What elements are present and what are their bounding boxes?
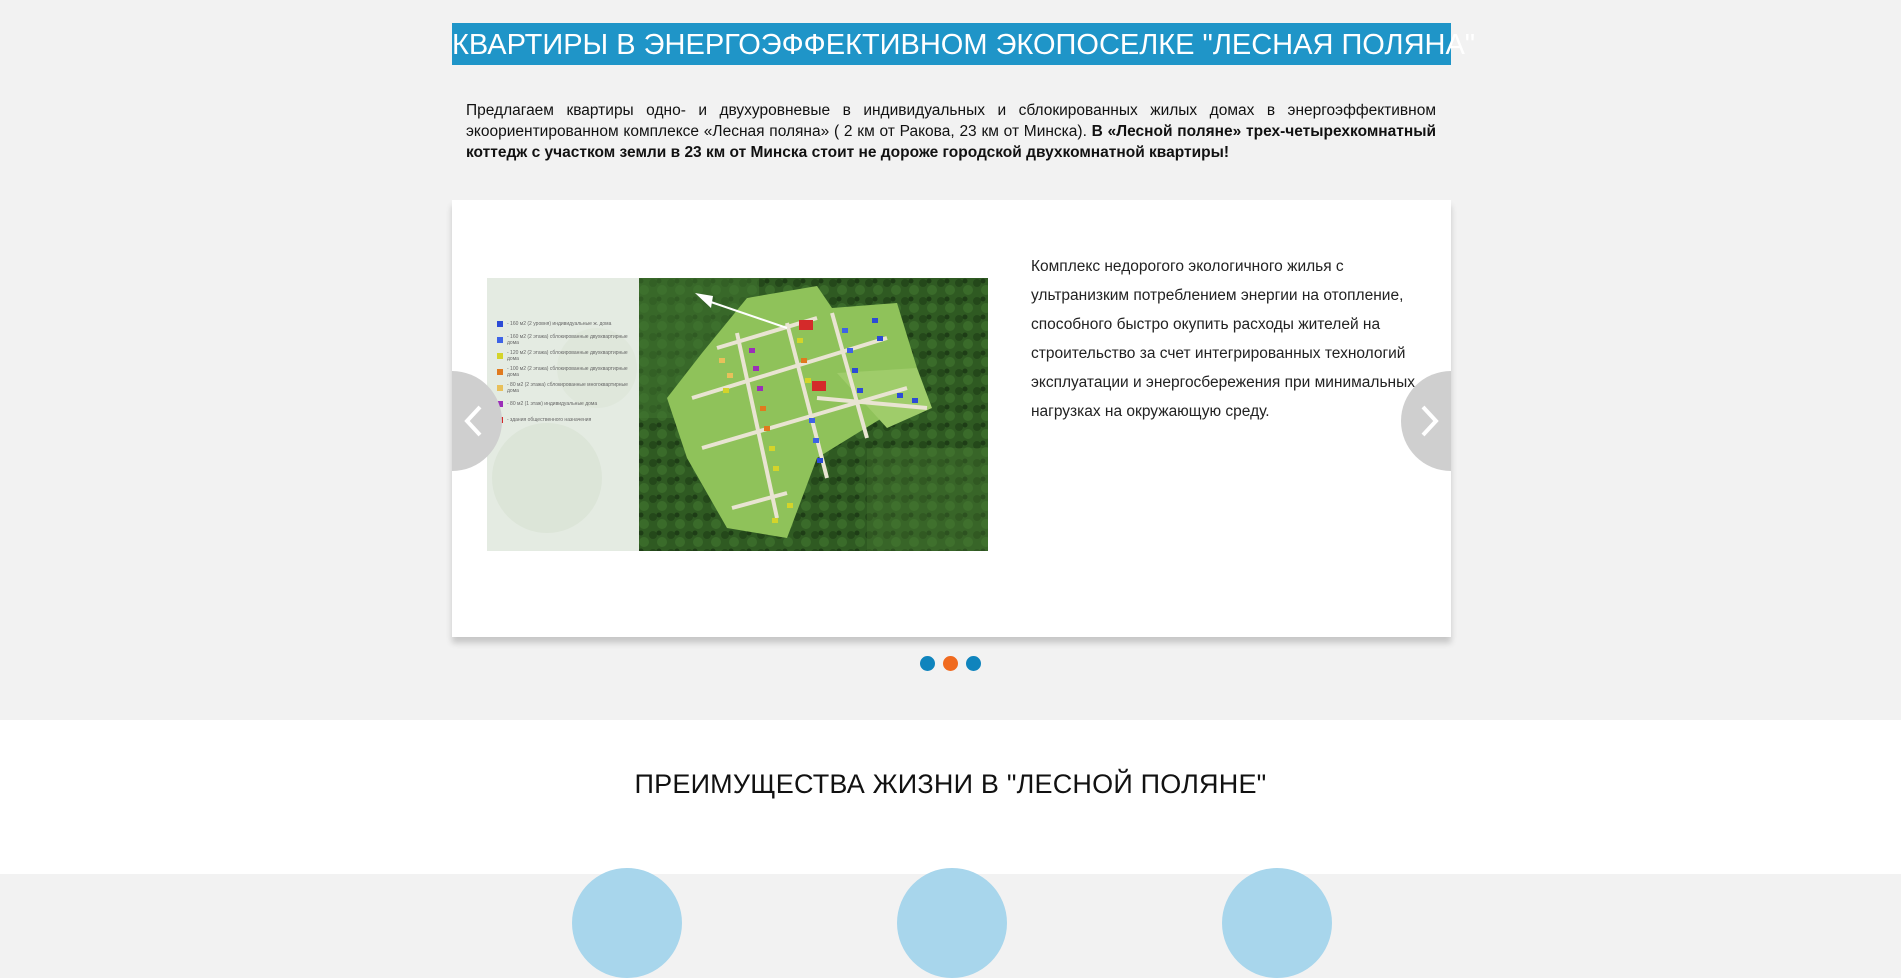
slider-dot-1[interactable]: [920, 656, 935, 671]
image-slider: - 160 м2 (2 уровня) индивидуальные ж. до…: [452, 200, 1451, 637]
legend-label: - 120 м2 (2 этажа) сблокированные двухкв…: [507, 350, 628, 362]
page-title: КВАРТИРЫ В ЭНЕРГОЭФФЕКТИВНОМ ЭКОПОСЕЛКЕ …: [452, 29, 1476, 61]
legend-swatch-icon: [497, 369, 503, 375]
legend-label: - здания общественного назначения: [507, 417, 592, 423]
advantages-section: ПРЕИМУЩЕСТВА ЖИЗНИ В "ЛЕСНОЙ ПОЛЯНЕ": [0, 720, 1901, 978]
legend-swatch-icon: [497, 385, 503, 391]
slider-dot-3[interactable]: [966, 656, 981, 671]
chevron-left-icon: [464, 405, 482, 437]
legend-swatch-icon: [497, 321, 503, 327]
legend-label: - 160 м2 (2 этажа) сблокированные двухкв…: [507, 334, 628, 346]
legend-label: - 100 м2 (2 этажа) сблокированные двухкв…: [507, 366, 628, 378]
legend-item: - 120 м2 (2 этажа) сблокированные двухкв…: [497, 348, 637, 364]
advantage-icon: [1222, 868, 1332, 978]
advantages-title: ПРЕИМУЩЕСТВА ЖИЗНИ В "ЛЕСНОЙ ПОЛЯНЕ": [634, 769, 1267, 799]
legend-label: - 160 м2 (2 уровня) индивидуальные ж. до…: [507, 321, 612, 327]
legend-item: - 160 м2 (2 этажа) сблокированные двухкв…: [497, 332, 637, 348]
intro-paragraph: Предлагаем квартиры одно- и двухуровневы…: [466, 100, 1436, 163]
map-legend: - 160 м2 (2 уровня) индивидуальные ж. до…: [497, 316, 637, 428]
legend-swatch-icon: [497, 353, 503, 359]
legend-item: - здания общественного назначения: [497, 412, 637, 428]
slide-description: Комплекс недорогого экологичного жилья с…: [1031, 258, 1415, 420]
legend-swatch-icon: [497, 337, 503, 343]
site-plan-image: - 160 м2 (2 уровня) индивидуальные ж. до…: [487, 278, 988, 551]
legend-item: - 160 м2 (2 уровня) индивидуальные ж. до…: [497, 316, 637, 332]
legend-item: - 100 м2 (2 этажа) сблокированные двухкв…: [497, 364, 637, 380]
slider-dot-2[interactable]: [943, 656, 958, 671]
advantage-icon: [572, 868, 682, 978]
legend-label: - 80 м2 (1 этаж) индивидуальные дома: [507, 401, 598, 407]
chevron-right-icon: [1421, 405, 1439, 437]
legend-item: - 80 м2 (1 этаж) индивидуальные дома: [497, 396, 637, 412]
legend-item: - 80 м2 (2 этажа) сблокированные многокв…: [497, 380, 637, 396]
page-banner: КВАРТИРЫ В ЭНЕРГОЭФФЕКТИВНОМ ЭКОПОСЕЛКЕ …: [452, 23, 1476, 65]
legend-label: - 80 м2 (2 этажа) сблокированные многокв…: [507, 382, 628, 394]
advantage-icon: [897, 868, 1007, 978]
top-section: КВАРТИРЫ В ЭНЕРГОЭФФЕКТИВНОМ ЭКОПОСЕЛКЕ …: [0, 0, 1901, 720]
